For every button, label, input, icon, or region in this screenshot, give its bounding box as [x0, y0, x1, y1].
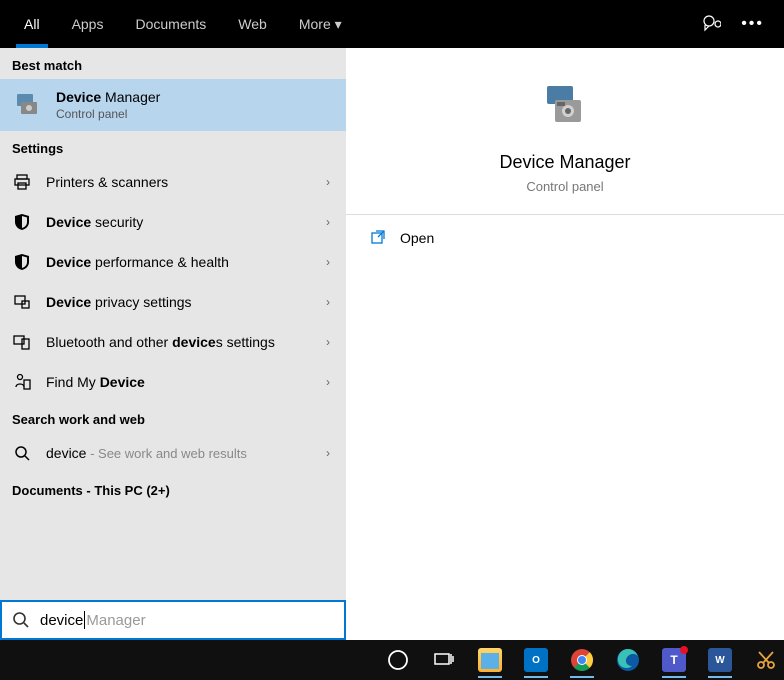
best-match-subtitle: Control panel: [56, 107, 160, 121]
open-action[interactable]: Open: [346, 215, 784, 261]
section-search-web: Search work and web: [0, 402, 346, 433]
tab-documents[interactable]: Documents: [119, 0, 222, 48]
search-scope-tabs: All Apps Documents Web More ▾ •••: [0, 0, 784, 48]
tab-more[interactable]: More ▾: [283, 0, 358, 48]
privacy-icon: [12, 292, 32, 312]
search-input[interactable]: device Manager: [0, 600, 346, 640]
preview-title: Device Manager: [499, 152, 630, 173]
shield-icon: [12, 252, 32, 272]
chevron-right-icon: ›: [326, 446, 330, 460]
chevron-right-icon: ›: [326, 175, 330, 189]
chevron-right-icon: ›: [326, 255, 330, 269]
setting-device-privacy[interactable]: Device privacy settings ›: [0, 282, 346, 322]
setting-bluetooth-devices[interactable]: Bluetooth and other devices settings ›: [0, 322, 346, 362]
setting-device-performance[interactable]: Device performance & health ›: [0, 242, 346, 282]
web-search-item[interactable]: device - See work and web results ›: [0, 433, 346, 473]
file-explorer-icon[interactable]: [472, 642, 508, 678]
best-match-item[interactable]: Device Manager Control panel: [0, 79, 346, 131]
results-panel: Best match Device Manager Control panel …: [0, 48, 346, 640]
chevron-right-icon: ›: [326, 375, 330, 389]
section-documents: Documents - This PC (2+): [0, 473, 346, 504]
task-view-icon[interactable]: [426, 642, 462, 678]
section-settings: Settings: [0, 131, 346, 162]
search-icon: [12, 611, 30, 629]
chrome-icon[interactable]: [564, 642, 600, 678]
chevron-right-icon: ›: [326, 295, 330, 309]
teams-icon[interactable]: T: [656, 642, 692, 678]
text-cursor: [84, 611, 85, 629]
more-options-icon[interactable]: •••: [741, 15, 764, 33]
edge-icon[interactable]: [610, 642, 646, 678]
setting-device-security[interactable]: Device security ›: [0, 202, 346, 242]
preview-subtitle: Control panel: [526, 179, 603, 194]
search-suggestion: Manager: [86, 612, 145, 629]
search-icon: [12, 443, 32, 463]
best-match-title: Device Manager: [56, 89, 160, 105]
setting-find-my-device[interactable]: Find My Device ›: [0, 362, 346, 402]
search-typed-text: device: [40, 612, 83, 629]
tab-all[interactable]: All: [8, 0, 56, 48]
find-device-icon: [12, 372, 32, 392]
shield-icon: [12, 212, 32, 232]
word-icon[interactable]: W: [702, 642, 738, 678]
device-manager-icon: [12, 89, 44, 121]
open-label: Open: [400, 230, 434, 246]
device-manager-large-icon: [537, 78, 593, 134]
chevron-right-icon: ›: [326, 335, 330, 349]
section-best-match: Best match: [0, 48, 346, 79]
tab-apps[interactable]: Apps: [56, 0, 120, 48]
tab-web[interactable]: Web: [222, 0, 283, 48]
preview-panel: Device Manager Control panel Open: [346, 48, 784, 640]
setting-printers-scanners[interactable]: Printers & scanners ›: [0, 162, 346, 202]
feedback-icon[interactable]: [701, 14, 721, 34]
open-icon: [370, 229, 388, 247]
cortana-icon[interactable]: [380, 642, 416, 678]
chevron-right-icon: ›: [326, 215, 330, 229]
taskbar: O T W: [0, 640, 784, 680]
outlook-icon[interactable]: O: [518, 642, 554, 678]
printer-icon: [12, 172, 32, 192]
devices-icon: [12, 332, 32, 352]
snipping-tool-icon[interactable]: [748, 642, 784, 678]
